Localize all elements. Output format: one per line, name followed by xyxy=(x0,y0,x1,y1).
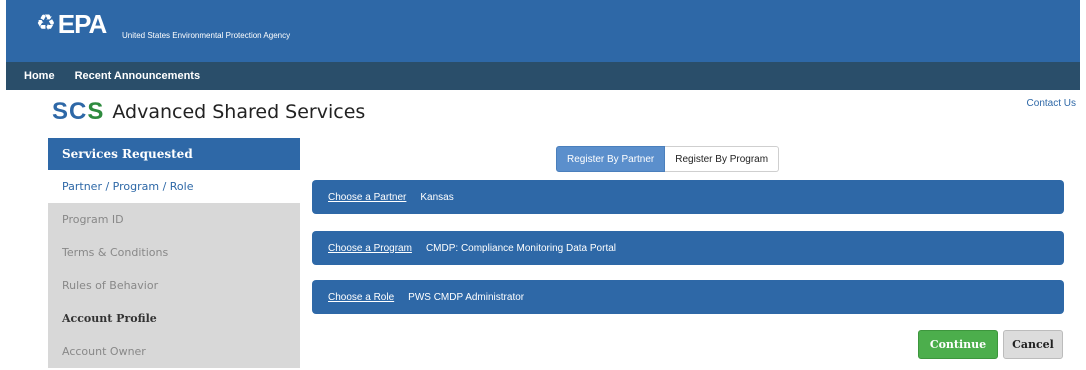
sidebar-heading: Services Requested xyxy=(48,138,300,170)
page: ♻ EPA United States Environmental Protec… xyxy=(6,0,1080,370)
partner-bar: Choose a Partner Kansas xyxy=(312,180,1064,214)
partner-value: Kansas xyxy=(420,191,454,203)
sidebar-item-terms-conditions: Terms & Conditions xyxy=(48,236,300,269)
register-by-program-button[interactable]: Register By Program xyxy=(665,146,780,172)
continue-button[interactable]: Continue xyxy=(918,330,998,359)
page-title: Advanced Shared Services xyxy=(112,101,366,123)
sidebar-item-rules-of-behavior: Rules of Behavior xyxy=(48,269,300,302)
epa-header: ♻ EPA United States Environmental Protec… xyxy=(6,0,1080,62)
role-value: PWS CMDP Administrator xyxy=(408,291,525,303)
scs-logo-sc: SC xyxy=(52,98,88,125)
program-value: CMDP: Compliance Monitoring Data Portal xyxy=(425,242,617,254)
choose-role-link[interactable]: Choose a Role xyxy=(328,292,394,303)
sidebar-item-account-owner: Account Owner xyxy=(48,335,300,368)
top-nav: Home Recent Announcements xyxy=(6,62,1080,90)
sidebar: Services Requested Partner / Program / R… xyxy=(48,138,300,370)
sidebar-item-account-profile: Account Profile xyxy=(48,302,300,335)
epa-flower-icon: ♻ xyxy=(36,11,56,36)
program-bar: Choose a Program CMDP: Compliance Monito… xyxy=(312,231,1064,265)
scs-logo-s: S xyxy=(87,98,105,125)
sidebar-item-partner-program-role[interactable]: Partner / Program / Role xyxy=(48,170,300,203)
choose-partner-link[interactable]: Choose a Partner xyxy=(328,192,406,203)
nav-recent-announcements[interactable]: Recent Announcements xyxy=(75,70,201,82)
cancel-button[interactable]: Cancel xyxy=(1003,330,1063,359)
nav-home[interactable]: Home xyxy=(24,70,55,82)
register-toggle: Register By Partner Register By Program xyxy=(556,146,780,172)
role-bar: Choose a Role PWS CMDP Administrator xyxy=(312,280,1064,314)
form-actions: Continue Cancel xyxy=(918,330,1063,359)
epa-logo[interactable]: ♻ EPA xyxy=(36,9,108,39)
agency-name: United States Environmental Protection A… xyxy=(122,31,291,40)
epa-logo-text: EPA xyxy=(57,9,108,39)
choose-program-link[interactable]: Choose a Program xyxy=(328,243,412,254)
register-by-partner-button[interactable]: Register By Partner xyxy=(556,146,666,172)
sidebar-item-program-id: Program ID xyxy=(48,203,300,236)
contact-us-link[interactable]: Contact Us xyxy=(1027,98,1076,109)
scs-logo: SCS xyxy=(52,98,104,126)
app-title-row: SCS Advanced Shared Services xyxy=(52,98,365,126)
